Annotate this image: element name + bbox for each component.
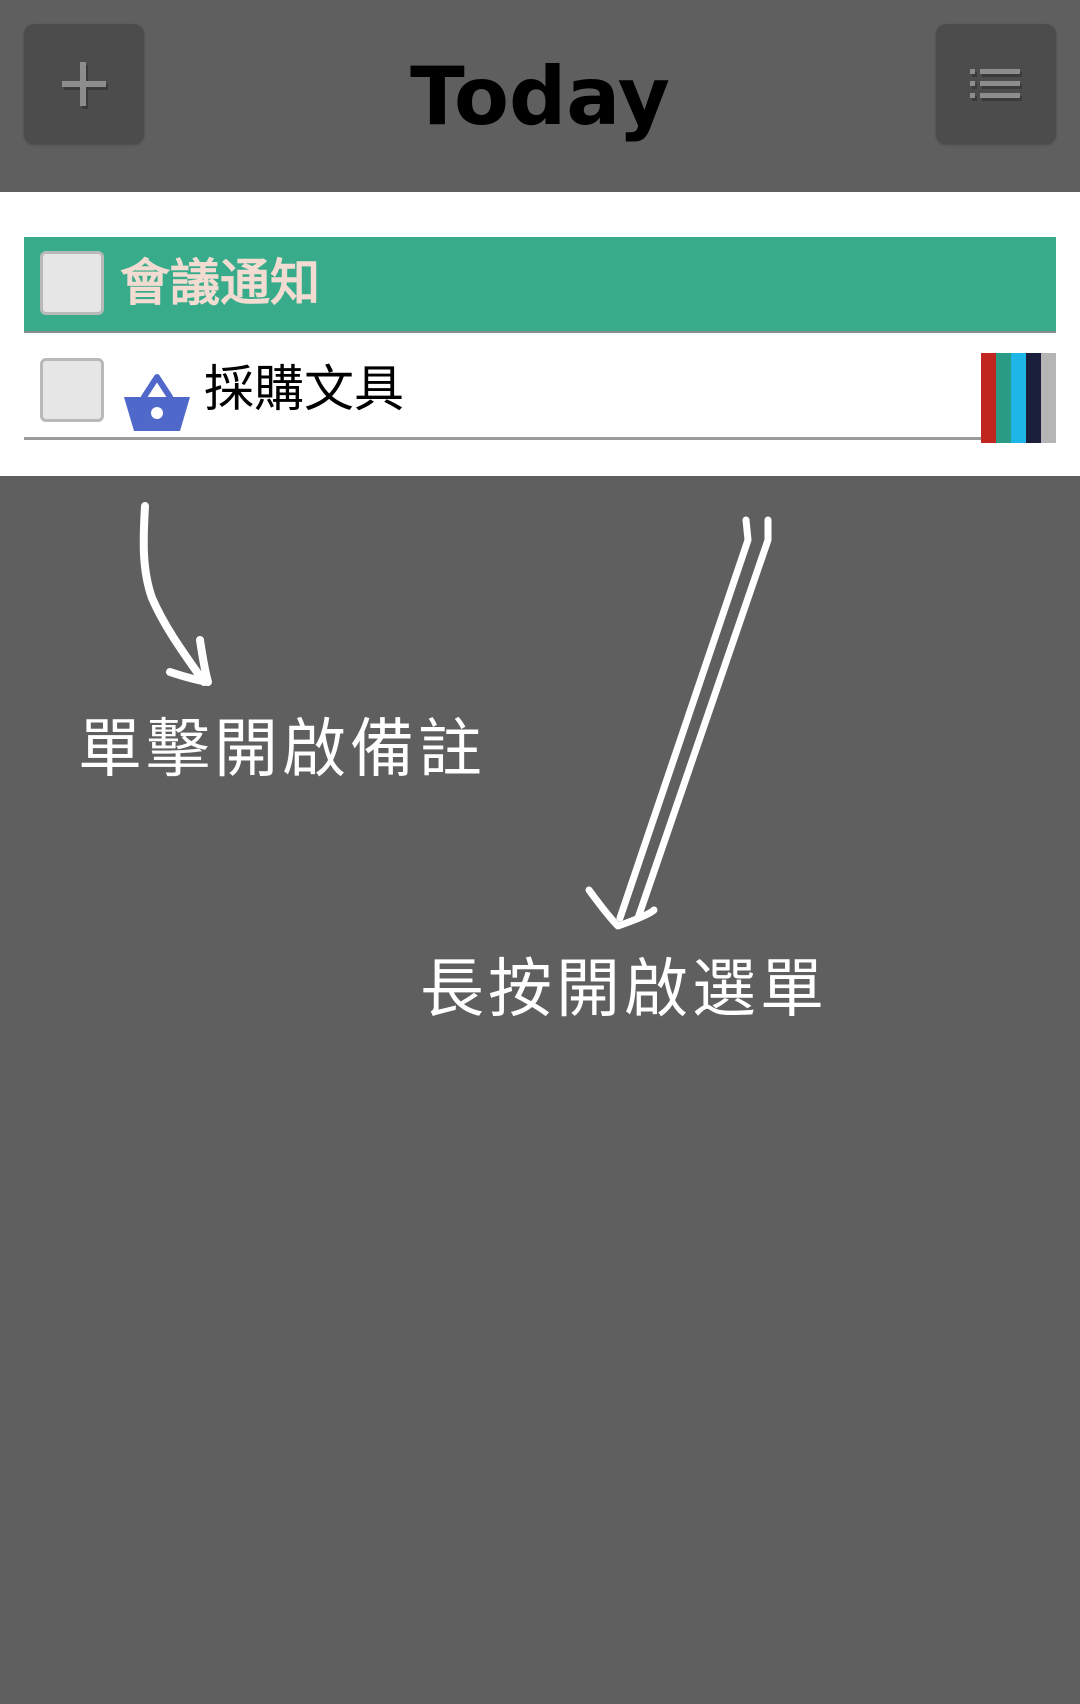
tap-arrow	[139, 502, 212, 686]
list-icon	[970, 69, 1022, 101]
long-press-hint-annotation: 長按開啟選單	[420, 953, 828, 1027]
color-tag	[996, 353, 1011, 443]
group-checkbox[interactable]	[40, 251, 104, 315]
group-label: 會議通知	[120, 254, 320, 312]
long-press-arrow	[585, 516, 772, 930]
menu-button[interactable]	[936, 24, 1056, 144]
list-item[interactable]: 採購文具	[24, 333, 1056, 443]
page-title: Today	[410, 50, 670, 143]
color-tag	[1041, 353, 1056, 443]
app-header: Today	[0, 0, 1080, 192]
color-tag	[1026, 353, 1041, 443]
todo-list: 會議通知 採購文具	[0, 192, 1080, 476]
shopping-basket-icon	[124, 374, 190, 431]
group-header-row[interactable]: 會議通知	[24, 237, 1056, 333]
color-tag	[1011, 353, 1026, 443]
color-tag-strip	[981, 353, 1056, 443]
color-tag	[981, 353, 996, 443]
tap-hint-annotation: 單擊開啟備註	[78, 713, 486, 787]
item-checkbox[interactable]	[40, 358, 104, 422]
item-label: 採購文具	[204, 360, 404, 418]
